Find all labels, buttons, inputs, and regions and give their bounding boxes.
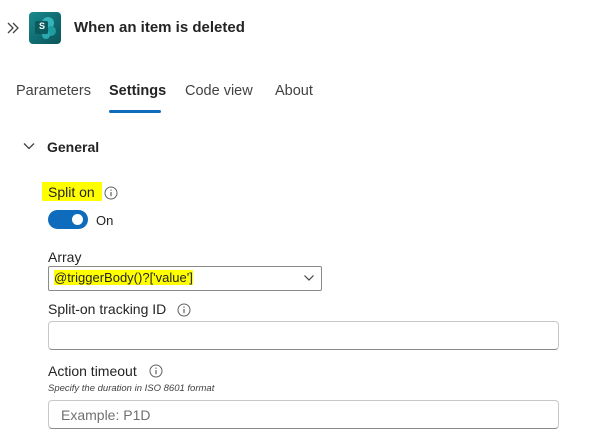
- page-title: When an item is deleted: [74, 19, 245, 36]
- split-on-label: Split on: [48, 184, 95, 200]
- info-icon[interactable]: [104, 186, 118, 200]
- split-on-label-highlight: Split on: [42, 182, 102, 201]
- action-timeout-label: Action timeout: [48, 363, 137, 379]
- double-chevron-right-icon[interactable]: [4, 19, 22, 37]
- info-icon[interactable]: [149, 364, 163, 378]
- chevron-down-icon[interactable]: [22, 139, 36, 153]
- array-select[interactable]: @triggerBody()?['value']: [48, 266, 322, 291]
- action-timeout-input[interactable]: [48, 400, 559, 429]
- tracking-id-input[interactable]: [48, 321, 559, 350]
- tracking-id-label: Split-on tracking ID: [48, 301, 167, 317]
- active-tab-indicator: [109, 110, 161, 113]
- action-timeout-hint: Specify the duration in ISO 8601 format: [48, 383, 215, 394]
- section-title-general[interactable]: General: [47, 139, 99, 155]
- tab-about[interactable]: About: [275, 83, 313, 99]
- info-icon[interactable]: [177, 303, 191, 317]
- toggle-state-label: On: [96, 213, 114, 228]
- app-icon-letter: S: [39, 21, 46, 31]
- tab-code-view[interactable]: Code view: [185, 83, 253, 99]
- array-label: Array: [48, 249, 82, 265]
- sharepoint-icon: S: [29, 12, 61, 44]
- array-value: @triggerBody()?['value']: [54, 270, 193, 285]
- chevron-down-icon: [304, 275, 314, 281]
- tab-settings[interactable]: Settings: [109, 83, 166, 99]
- split-on-toggle[interactable]: [48, 210, 88, 229]
- toggle-knob: [72, 214, 83, 225]
- tab-parameters[interactable]: Parameters: [16, 83, 91, 99]
